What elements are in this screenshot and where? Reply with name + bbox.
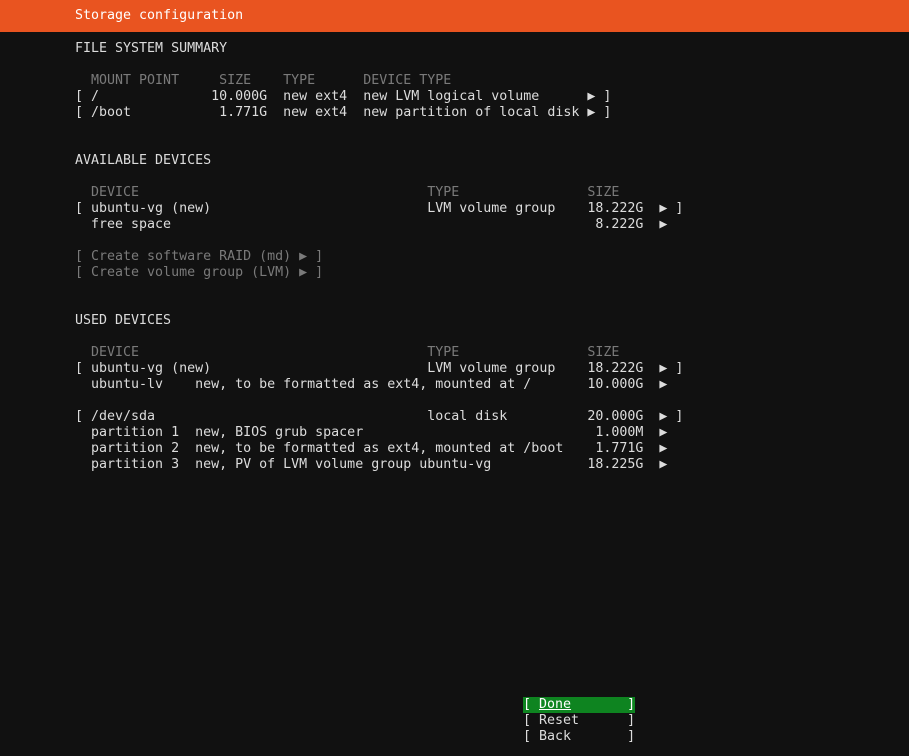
available-device-row-ubuntu-vg[interactable]: [ ubuntu-vg (new) LVM volume group 18.22… [75,201,683,217]
create-raid-button: [ Create software RAID (md) ▶ ] [75,249,324,264]
used-devices-heading: USED DEVICES [75,313,172,328]
create-volume-group-button: [ Create volume group (LVM) ▶ ] [75,265,324,280]
back-button[interactable]: [ Back ] [523,729,635,745]
filesystem-summary-heading: FILE SYSTEM SUMMARY [75,41,228,56]
title-bar: Storage configuration [0,0,909,32]
available-devices-columns: DEVICE TYPE SIZE [75,185,620,200]
done-button-label: Done [539,697,572,712]
used-device-row-dev-sda[interactable]: [ /dev/sda local disk 20.000G ▶ ] [75,409,683,425]
used-device-row-partition-2[interactable]: partition 2 new, to be formatted as ext4… [75,441,667,457]
done-button-close: ] [571,697,636,712]
available-device-row-free-space[interactable]: free space 8.222G ▶ [75,217,667,233]
used-device-row-ubuntu-lv[interactable]: ubuntu-lv new, to be formatted as ext4, … [75,377,667,393]
mount-row-boot[interactable]: [ /boot 1.771G new ext4 new partition of… [75,105,611,121]
done-button[interactable]: [ Done ] [523,697,635,713]
used-device-row-partition-3[interactable]: partition 3 new, PV of LVM volume group … [75,457,667,473]
used-device-row-partition-1[interactable]: partition 1 new, BIOS grub spacer 1.000M… [75,425,667,441]
mount-row-root[interactable]: [ / 10.000G new ext4 new LVM logical vol… [75,89,611,105]
used-devices-columns: DEVICE TYPE SIZE [75,345,620,360]
done-button-open: [ [523,697,540,712]
page-title: Storage configuration [75,8,244,23]
filesystem-summary-columns: MOUNT POINT SIZE TYPE DEVICE TYPE [75,73,452,88]
reset-button[interactable]: [ Reset ] [523,713,635,729]
available-devices-heading: AVAILABLE DEVICES [75,153,212,168]
used-device-row-ubuntu-vg[interactable]: [ ubuntu-vg (new) LVM volume group 18.22… [75,361,683,377]
